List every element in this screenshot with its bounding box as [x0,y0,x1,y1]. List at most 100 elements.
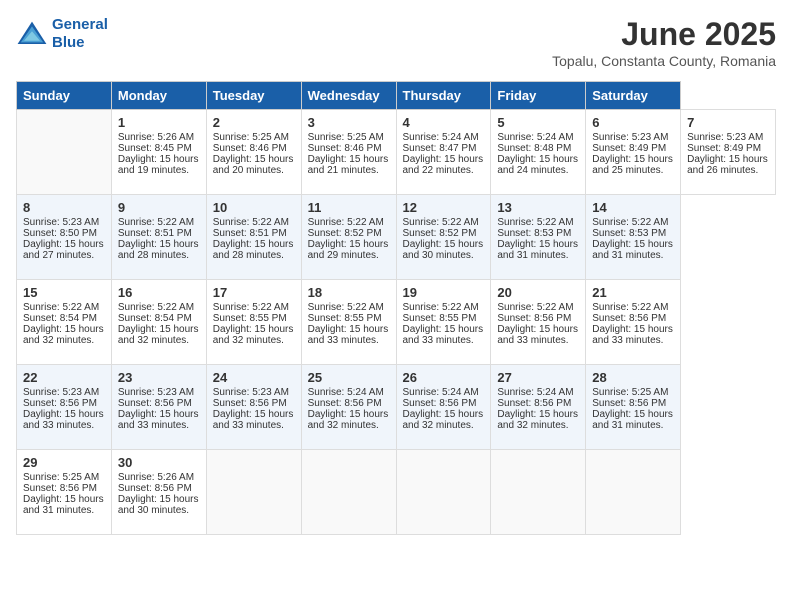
day-info-line: and 33 minutes. [497,335,579,346]
day-number: 25 [308,370,390,385]
day-info-line: Daylight: 15 hours [23,324,105,335]
day-info-line: Daylight: 15 hours [403,324,485,335]
day-info-line: Sunrise: 5:22 AM [592,217,674,228]
day-info-line: Daylight: 15 hours [497,239,579,250]
day-info-line: and 31 minutes. [592,420,674,431]
day-number: 16 [118,285,200,300]
day-info-line: Sunset: 8:53 PM [592,228,674,239]
day-info-line: Daylight: 15 hours [497,324,579,335]
empty-cell [206,450,301,535]
day-info-line: Sunrise: 5:22 AM [403,217,485,228]
day-info-line: Daylight: 15 hours [23,239,105,250]
empty-cell [396,450,491,535]
day-number: 1 [118,115,200,130]
day-number: 4 [403,115,485,130]
week-row-4: 22Sunrise: 5:23 AMSunset: 8:56 PMDayligh… [17,365,776,450]
day-info-line: Daylight: 15 hours [118,494,200,505]
day-cell-19: 19Sunrise: 5:22 AMSunset: 8:55 PMDayligh… [396,280,491,365]
day-info-line: Daylight: 15 hours [118,239,200,250]
day-number: 12 [403,200,485,215]
day-info-line: Sunrise: 5:25 AM [592,387,674,398]
calendar-table: SundayMondayTuesdayWednesdayThursdayFrid… [16,81,776,535]
day-number: 14 [592,200,674,215]
week-row-1: 1Sunrise: 5:26 AMSunset: 8:45 PMDaylight… [17,110,776,195]
day-info-line: and 24 minutes. [497,165,579,176]
day-cell-13: 13Sunrise: 5:22 AMSunset: 8:53 PMDayligh… [491,195,586,280]
day-info-line: Daylight: 15 hours [592,409,674,420]
day-cell-11: 11Sunrise: 5:22 AMSunset: 8:52 PMDayligh… [301,195,396,280]
day-cell-21: 21Sunrise: 5:22 AMSunset: 8:56 PMDayligh… [586,280,681,365]
day-info-line: Sunset: 8:52 PM [308,228,390,239]
day-info-line: Sunset: 8:55 PM [308,313,390,324]
col-header-sunday: Sunday [17,82,112,110]
day-info-line: Sunset: 8:56 PM [308,398,390,409]
day-info-line: Daylight: 15 hours [213,154,295,165]
col-header-wednesday: Wednesday [301,82,396,110]
day-info-line: Sunset: 8:56 PM [497,398,579,409]
day-number: 11 [308,200,390,215]
day-cell-27: 27Sunrise: 5:24 AMSunset: 8:56 PMDayligh… [491,365,586,450]
day-info-line: Sunset: 8:50 PM [23,228,105,239]
day-info-line: and 32 minutes. [23,335,105,346]
day-info-line: Daylight: 15 hours [403,154,485,165]
day-info-line: and 27 minutes. [23,250,105,261]
day-info-line: Sunrise: 5:22 AM [497,217,579,228]
day-info-line: and 25 minutes. [592,165,674,176]
day-number: 15 [23,285,105,300]
day-number: 17 [213,285,295,300]
day-info-line: Sunrise: 5:22 AM [23,302,105,313]
day-info-line: Sunrise: 5:22 AM [118,217,200,228]
day-number: 26 [403,370,485,385]
day-cell-24: 24Sunrise: 5:23 AMSunset: 8:56 PMDayligh… [206,365,301,450]
day-info-line: Daylight: 15 hours [23,494,105,505]
day-info-line: Sunset: 8:56 PM [118,398,200,409]
day-info-line: Sunset: 8:55 PM [403,313,485,324]
day-info-line: and 32 minutes. [403,420,485,431]
day-cell-1: 1Sunrise: 5:26 AMSunset: 8:45 PMDaylight… [111,110,206,195]
col-header-thursday: Thursday [396,82,491,110]
day-info-line: Sunrise: 5:24 AM [308,387,390,398]
day-info-line: and 26 minutes. [687,165,769,176]
day-info-line: Sunset: 8:53 PM [497,228,579,239]
day-info-line: Sunset: 8:49 PM [592,143,674,154]
day-number: 8 [23,200,105,215]
day-info-line: Sunrise: 5:24 AM [497,132,579,143]
day-info-line: and 32 minutes. [118,335,200,346]
day-info-line: Daylight: 15 hours [403,239,485,250]
day-info-line: Sunset: 8:54 PM [23,313,105,324]
day-info-line: Sunset: 8:51 PM [213,228,295,239]
day-info-line: Sunrise: 5:22 AM [592,302,674,313]
day-cell-29: 29Sunrise: 5:25 AMSunset: 8:56 PMDayligh… [17,450,112,535]
day-info-line: Sunrise: 5:25 AM [23,472,105,483]
day-info-line: and 31 minutes. [23,505,105,516]
day-info-line: Sunset: 8:45 PM [118,143,200,154]
day-info-line: Sunrise: 5:22 AM [213,302,295,313]
day-number: 28 [592,370,674,385]
day-info-line: Sunrise: 5:22 AM [308,302,390,313]
day-cell-8: 8Sunrise: 5:23 AMSunset: 8:50 PMDaylight… [17,195,112,280]
day-number: 3 [308,115,390,130]
day-info-line: Sunrise: 5:23 AM [592,132,674,143]
day-cell-23: 23Sunrise: 5:23 AMSunset: 8:56 PMDayligh… [111,365,206,450]
day-number: 9 [118,200,200,215]
day-cell-3: 3Sunrise: 5:25 AMSunset: 8:46 PMDaylight… [301,110,396,195]
day-info-line: and 31 minutes. [592,250,674,261]
day-info-line: Sunrise: 5:24 AM [403,132,485,143]
day-number: 20 [497,285,579,300]
day-info-line: Sunrise: 5:22 AM [403,302,485,313]
day-info-line: and 33 minutes. [403,335,485,346]
day-info-line: Sunset: 8:47 PM [403,143,485,154]
empty-cell [301,450,396,535]
empty-cell [586,450,681,535]
day-info-line: Daylight: 15 hours [308,239,390,250]
day-info-line: Sunrise: 5:24 AM [403,387,485,398]
day-cell-18: 18Sunrise: 5:22 AMSunset: 8:55 PMDayligh… [301,280,396,365]
day-info-line: Sunset: 8:48 PM [497,143,579,154]
day-number: 23 [118,370,200,385]
day-info-line: Sunset: 8:56 PM [118,483,200,494]
day-number: 10 [213,200,295,215]
day-number: 30 [118,455,200,470]
day-info-line: Sunrise: 5:22 AM [213,217,295,228]
day-info-line: and 32 minutes. [497,420,579,431]
day-info-line: Sunrise: 5:23 AM [687,132,769,143]
